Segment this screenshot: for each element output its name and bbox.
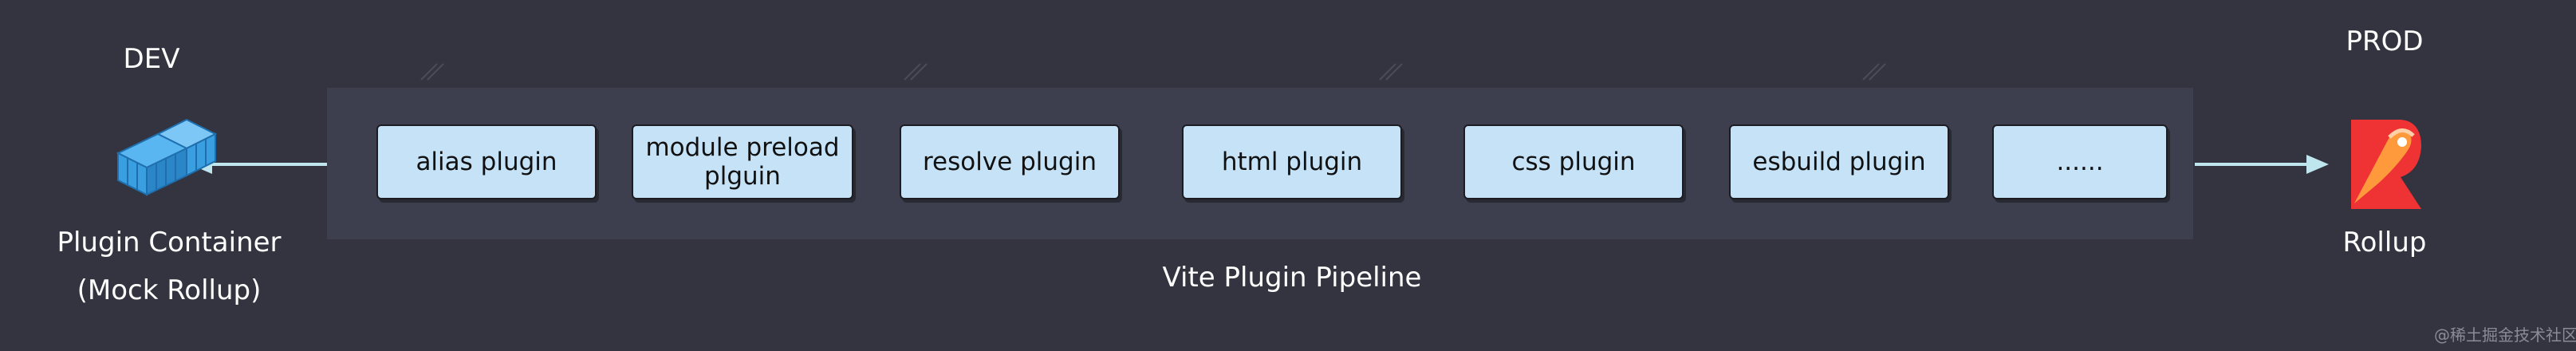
diagram-graphics (116, 63, 2421, 209)
plugin-container-name: Plugin Container (57, 227, 282, 258)
container-cube-icon (116, 118, 218, 196)
decorative-hatch (420, 63, 1886, 81)
rollup-name: Rollup (2342, 227, 2427, 258)
arrow-to-prod (2195, 155, 2329, 174)
watermark: @稀土掘金技术社区 (2434, 325, 2576, 345)
rollup-logo-icon (2351, 120, 2421, 209)
dev-title: DEV (123, 43, 180, 75)
prod-title: PROD (2346, 26, 2424, 57)
pipeline-caption: Vite Plugin Pipeline (1162, 262, 1422, 294)
plugin-container-sub: (Mock Rollup) (77, 274, 262, 306)
